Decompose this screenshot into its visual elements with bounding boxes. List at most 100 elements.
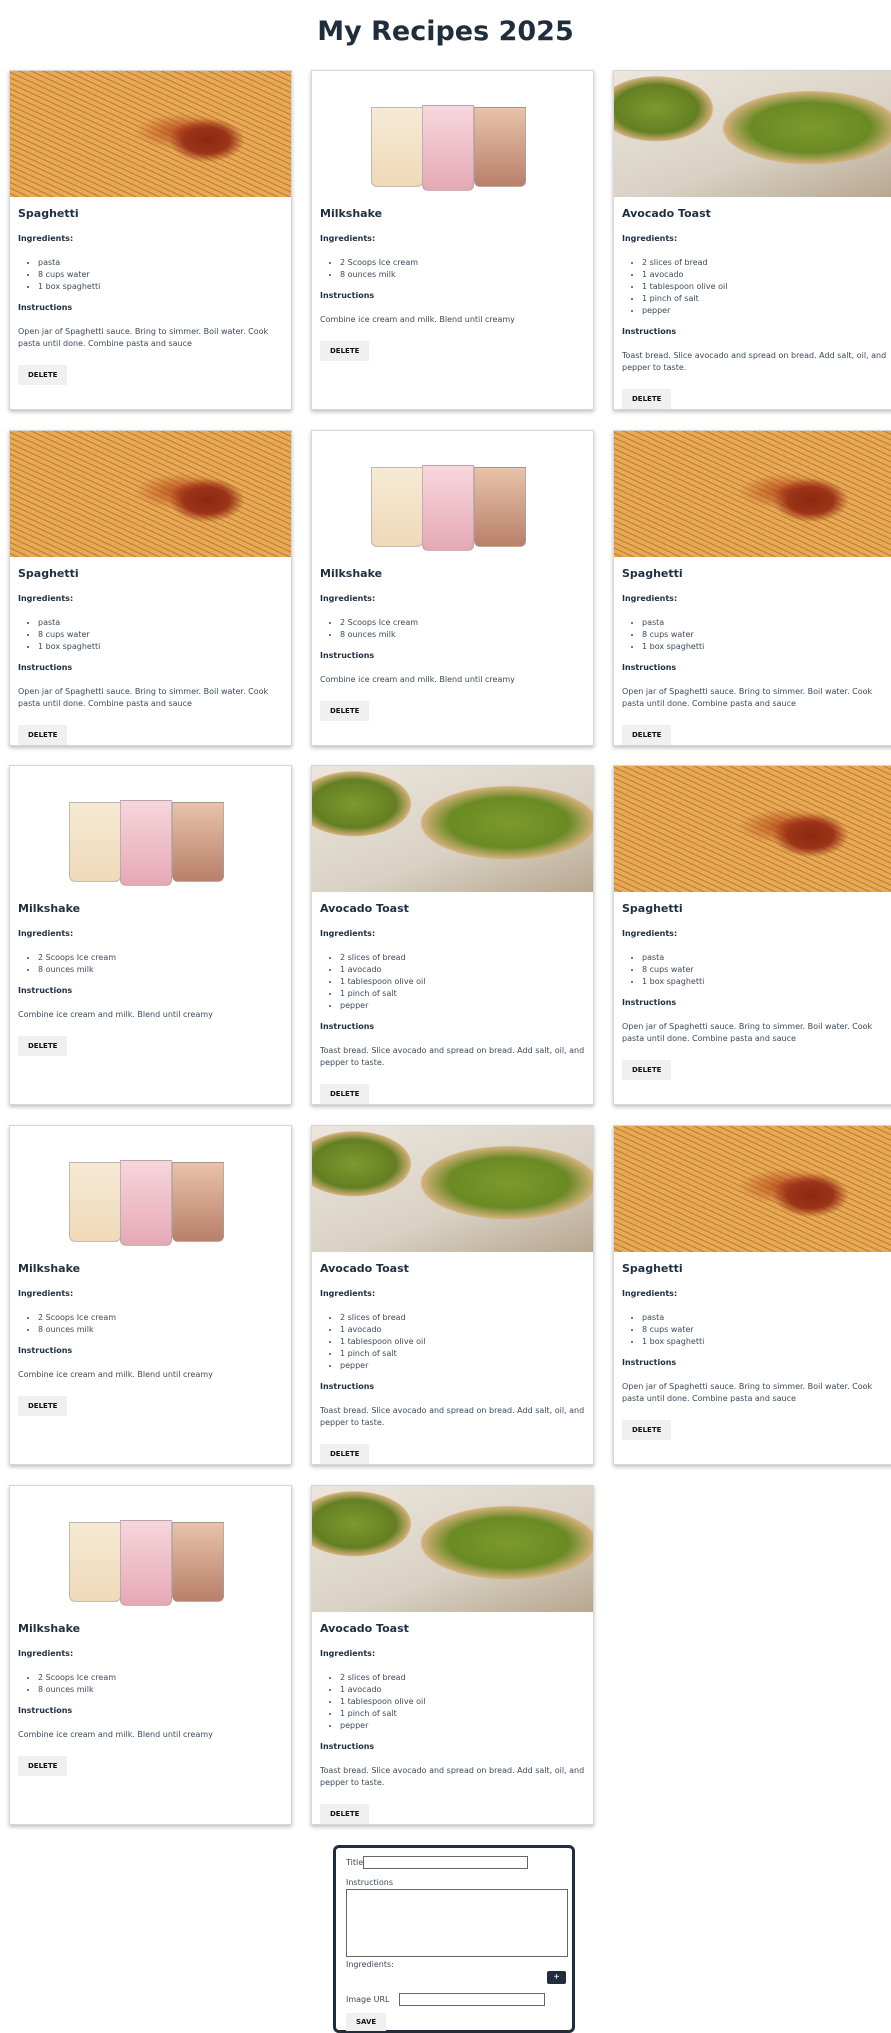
instructions-heading: Instructions bbox=[320, 1382, 375, 1391]
ingredient-item: 8 ounces milk bbox=[38, 964, 283, 976]
ingredients-heading: Ingredients: bbox=[320, 594, 376, 603]
recipe-title: Spaghetti bbox=[622, 1262, 683, 1275]
delete-button[interactable]: DELETE bbox=[320, 1084, 370, 1104]
ingredient-item: 1 tablespoon olive oil bbox=[340, 1696, 585, 1708]
instructions-text: Combine ice cream and milk. Blend until … bbox=[320, 675, 515, 684]
ingredients-heading: Ingredients: bbox=[320, 234, 376, 243]
ingredients-heading: Ingredients: bbox=[18, 1649, 74, 1658]
delete-button[interactable]: DELETE bbox=[622, 1060, 672, 1080]
recipe-card: Spaghetti Ingredients: pasta8 cups water1 … bbox=[9, 70, 292, 410]
recipe-title: Milkshake bbox=[18, 1622, 81, 1635]
ingredients-label: Ingredients: bbox=[346, 1960, 394, 1969]
instructions-text: Toast bread. Slice avocado and spread on… bbox=[622, 351, 887, 372]
ingredients-list: pasta8 cups water1 box spaghetti bbox=[18, 257, 283, 293]
ingredient-item: 8 cups water bbox=[642, 629, 887, 641]
ingredients-heading: Ingredients: bbox=[320, 1289, 376, 1298]
recipe-card: Spaghetti Ingredients: pasta8 cups water1 … bbox=[613, 765, 891, 1105]
milkshake-glass bbox=[69, 1162, 121, 1242]
delete-button[interactable]: DELETE bbox=[320, 701, 370, 721]
recipe-card: Spaghetti Ingredients: pasta8 cups water1 … bbox=[9, 430, 292, 746]
delete-button[interactable]: DELETE bbox=[18, 1396, 68, 1416]
ingredient-item: 1 box spaghetti bbox=[38, 281, 283, 293]
card-body: Avocado Toast Ingredients: 2 slices of bre… bbox=[312, 892, 593, 1104]
title-label: Title bbox=[346, 1858, 364, 1867]
spaghetti-image bbox=[10, 431, 291, 557]
delete-button[interactable]: DELETE bbox=[622, 725, 672, 745]
milkshake-glass bbox=[172, 802, 224, 882]
recipe-title: Avocado Toast bbox=[622, 207, 711, 220]
add-ingredient-button[interactable]: + bbox=[547, 1971, 566, 1984]
milkshake-glass bbox=[371, 107, 423, 187]
milkshake-image bbox=[10, 1486, 291, 1612]
avocado-image bbox=[312, 1486, 593, 1612]
ingredients-list: 2 Scoops Ice cream8 ounces milk bbox=[18, 1312, 283, 1336]
milkshake-glass bbox=[69, 1522, 121, 1602]
ingredients-list: 2 Scoops Ice cream8 ounces milk bbox=[320, 257, 585, 281]
title-input[interactable] bbox=[363, 1856, 529, 1869]
ingredients-heading: Ingredients: bbox=[320, 929, 376, 938]
milkshake-glass bbox=[172, 1522, 224, 1602]
instructions-textarea[interactable] bbox=[346, 1889, 568, 1957]
spaghetti-image bbox=[614, 766, 891, 892]
ingredient-item: 2 Scoops Ice cream bbox=[340, 617, 585, 629]
recipe-title: Spaghetti bbox=[18, 567, 79, 580]
milkshake-glass bbox=[120, 1160, 172, 1246]
ingredient-item: 1 tablespoon olive oil bbox=[642, 281, 887, 293]
ingredients-list: 2 slices of bread1 avocado1 tablespoon o… bbox=[320, 1672, 585, 1732]
delete-button[interactable]: DELETE bbox=[622, 1420, 672, 1440]
ingredient-item: pepper bbox=[340, 1360, 585, 1372]
ingredient-item: pasta bbox=[642, 952, 887, 964]
recipe-title: Spaghetti bbox=[18, 207, 79, 220]
ingredients-list: pasta8 cups water1 box spaghetti bbox=[18, 617, 283, 653]
delete-button[interactable]: DELETE bbox=[622, 389, 672, 409]
delete-button[interactable]: DELETE bbox=[18, 725, 68, 745]
avocado-image bbox=[312, 766, 593, 892]
ingredients-list: 2 Scoops Ice cream8 ounces milk bbox=[320, 617, 585, 641]
delete-button[interactable]: DELETE bbox=[320, 1444, 370, 1464]
save-button[interactable]: SAVE bbox=[346, 2013, 387, 2031]
instructions-text: Combine ice cream and milk. Blend until … bbox=[320, 315, 515, 324]
recipe-card: Milkshake Ingredients: 2 Scoops Ice cream8… bbox=[9, 1125, 292, 1465]
recipe-title: Avocado Toast bbox=[320, 902, 409, 915]
instructions-heading: Instructions bbox=[320, 1022, 375, 1031]
ingredient-item: 1 pinch of salt bbox=[340, 988, 585, 1000]
recipe-grid: SpaghettiIngredients:pasta8 cups water1 … bbox=[0, 70, 891, 1830]
ingredients-list: 2 Scoops Ice cream8 ounces milk bbox=[18, 952, 283, 976]
image-url-input[interactable] bbox=[399, 1993, 546, 2006]
milkshake-glass bbox=[120, 1520, 172, 1606]
recipe-card: Avocado Toast Ingredients: 2 slices of bre… bbox=[311, 1125, 594, 1465]
recipe-title: Spaghetti bbox=[622, 902, 683, 915]
recipe-card: Milkshake Ingredients: 2 Scoops Ice cream8… bbox=[311, 70, 594, 410]
delete-button[interactable]: DELETE bbox=[18, 365, 68, 385]
ingredients-heading: Ingredients: bbox=[622, 234, 678, 243]
instructions-heading: Instructions bbox=[622, 1358, 677, 1367]
delete-button[interactable]: DELETE bbox=[320, 1804, 370, 1824]
ingredients-heading: Ingredients: bbox=[18, 1289, 74, 1298]
instructions-heading: Instructions bbox=[18, 303, 73, 312]
recipe-card: Milkshake Ingredients: 2 Scoops Ice cream8… bbox=[9, 765, 292, 1105]
instructions-label: Instructions bbox=[346, 1878, 393, 1887]
ingredient-item: 1 pinch of salt bbox=[340, 1708, 585, 1720]
delete-button[interactable]: DELETE bbox=[320, 341, 370, 361]
milkshake-image bbox=[312, 431, 593, 557]
ingredient-item: 2 Scoops Ice cream bbox=[340, 257, 585, 269]
instructions-heading: Instructions bbox=[320, 651, 375, 660]
instructions-text: Toast bread. Slice avocado and spread on… bbox=[320, 1406, 585, 1427]
recipe-title: Milkshake bbox=[320, 207, 383, 220]
milkshake-glass bbox=[474, 467, 526, 547]
ingredients-list: 2 Scoops Ice cream8 ounces milk bbox=[18, 1672, 283, 1696]
delete-button[interactable]: DELETE bbox=[18, 1756, 68, 1776]
ingredient-item: 1 avocado bbox=[642, 269, 887, 281]
instructions-text: Toast bread. Slice avocado and spread on… bbox=[320, 1046, 585, 1067]
card-body: Milkshake Ingredients: 2 Scoops Ice cream8… bbox=[10, 1252, 291, 1428]
avocado-image bbox=[614, 71, 891, 197]
recipe-title: Avocado Toast bbox=[320, 1622, 409, 1635]
recipe-title: Spaghetti bbox=[622, 567, 683, 580]
instructions-heading: Instructions bbox=[18, 986, 73, 995]
ingredient-item: 1 tablespoon olive oil bbox=[340, 1336, 585, 1348]
card-body: Spaghetti Ingredients: pasta8 cups water1 … bbox=[10, 557, 291, 745]
ingredients-list: pasta8 cups water1 box spaghetti bbox=[622, 1312, 887, 1348]
delete-button[interactable]: DELETE bbox=[18, 1036, 68, 1056]
ingredient-item: 1 pinch of salt bbox=[340, 1348, 585, 1360]
card-body: Avocado Toast Ingredients: 2 slices of bre… bbox=[614, 197, 891, 409]
